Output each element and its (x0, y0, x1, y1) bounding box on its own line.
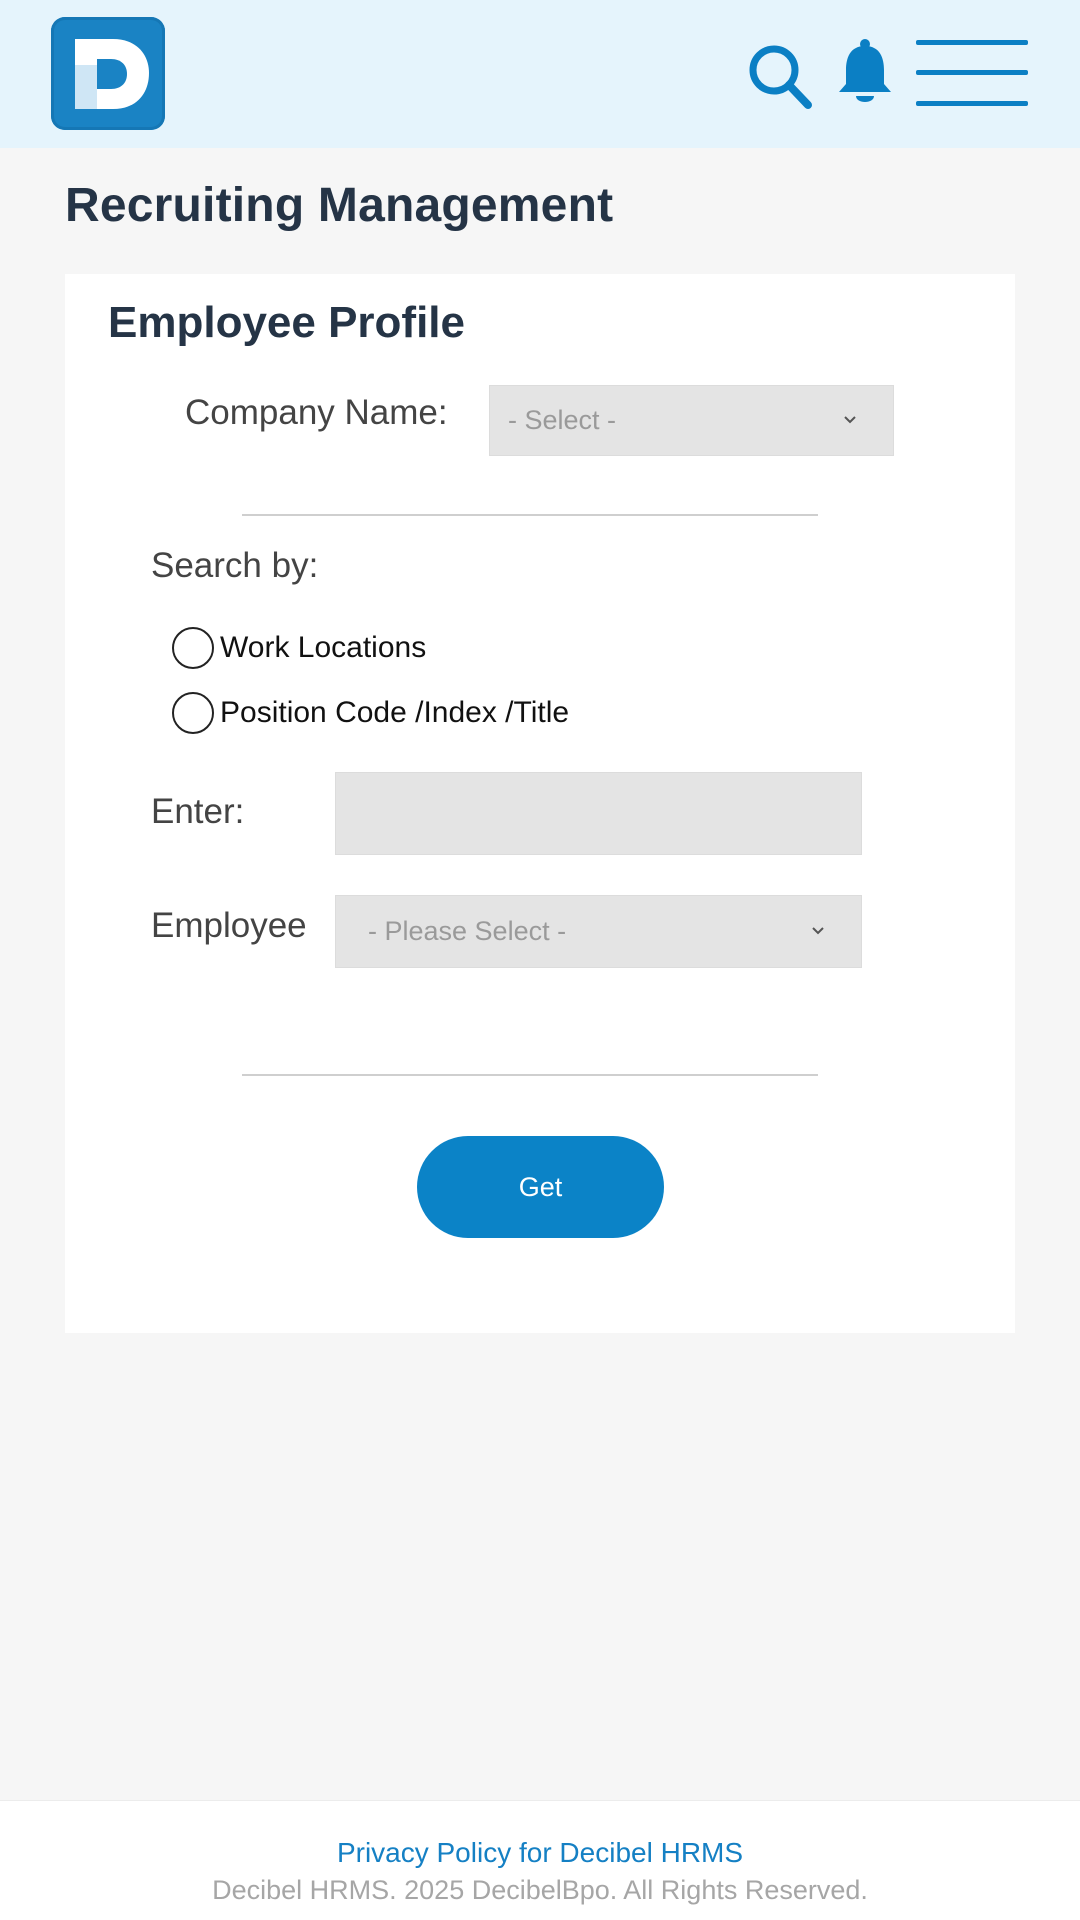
footer: Privacy Policy for Decibel HRMS Decibel … (0, 1800, 1080, 1920)
menu-icon[interactable] (916, 40, 1028, 108)
divider (242, 514, 818, 516)
divider (242, 1074, 818, 1076)
company-select-value: - Select - (508, 405, 617, 435)
radio-button[interactable] (172, 692, 214, 734)
employee-select-value: - Please Select - (368, 916, 567, 946)
card-title: Employee Profile (108, 298, 466, 347)
get-button[interactable]: Get (417, 1136, 664, 1238)
employee-label: Employee (151, 906, 307, 945)
company-name-select[interactable]: - Select - (489, 385, 894, 456)
radio-option-work-locations[interactable]: Work Locations (172, 627, 426, 669)
enter-input[interactable] (335, 772, 862, 855)
employee-profile-card: Employee Profile Company Name: - Select … (65, 274, 1015, 1333)
bell-icon[interactable] (836, 38, 894, 108)
radio-button[interactable] (172, 627, 214, 669)
app-header (0, 0, 1080, 148)
decibel-logo-icon[interactable] (51, 17, 165, 130)
copyright-text: Decibel HRMS. 2025 DecibelBpo. All Right… (212, 1875, 868, 1905)
page-title: Recruiting Management (65, 179, 614, 232)
chevron-down-icon (844, 415, 856, 423)
search-by-label: Search by: (151, 546, 319, 585)
privacy-policy-link[interactable]: Privacy Policy for Decibel HRMS (0, 1837, 1080, 1869)
enter-label: Enter: (151, 792, 245, 831)
employee-select[interactable]: - Please Select - (335, 895, 862, 968)
radio-option-position-code[interactable]: Position Code /Index /Title (172, 692, 569, 734)
company-name-label: Company Name: (185, 393, 448, 432)
chevron-down-icon (812, 926, 824, 934)
radio-label: Position Code /Index /Title (220, 696, 570, 729)
radio-label: Work Locations (220, 631, 427, 664)
search-icon[interactable] (746, 42, 816, 112)
